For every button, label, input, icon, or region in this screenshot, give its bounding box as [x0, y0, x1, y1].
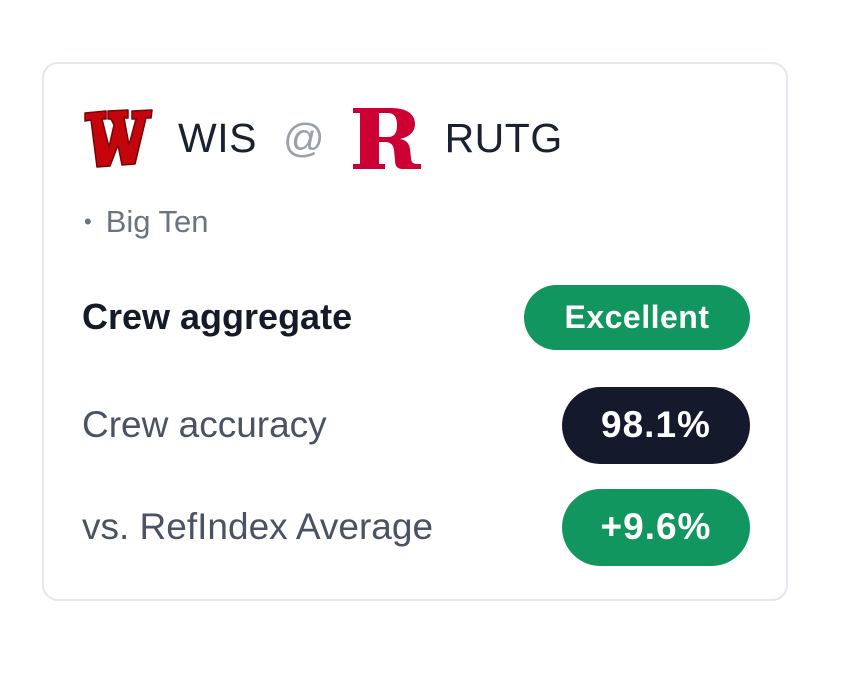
crew-aggregate-row: Crew aggregate Excellent [82, 284, 750, 350]
away-team-abbr: WIS [178, 114, 257, 161]
crew-accuracy-badge: 98.1% [562, 386, 750, 464]
bullet-icon: • [84, 209, 92, 234]
crew-aggregate-label: Crew aggregate [82, 296, 353, 337]
rutgers-r-logo-icon [352, 108, 421, 169]
crew-accuracy-label: Crew accuracy [82, 404, 327, 445]
crew-aggregate-badge: Excellent [524, 284, 750, 350]
home-team-abbr: RUTG [444, 114, 563, 161]
conference-label: • Big Ten [84, 204, 209, 240]
at-separator: @ [282, 114, 325, 161]
conference-name: Big Ten [105, 204, 209, 239]
wisconsin-w-logo-icon [84, 109, 153, 168]
game-card[interactable]: WIS @ RUTG • Big Ten Crew aggregate Exce… [42, 62, 788, 601]
vs-average-label: vs. RefIndex Average [82, 506, 434, 547]
crew-accuracy-row: Crew accuracy 98.1% [82, 386, 750, 464]
matchup-header: WIS @ RUTG [82, 102, 563, 174]
vs-average-badge: +9.6% [562, 488, 750, 566]
vs-average-row: vs. RefIndex Average +9.6% [82, 488, 750, 566]
